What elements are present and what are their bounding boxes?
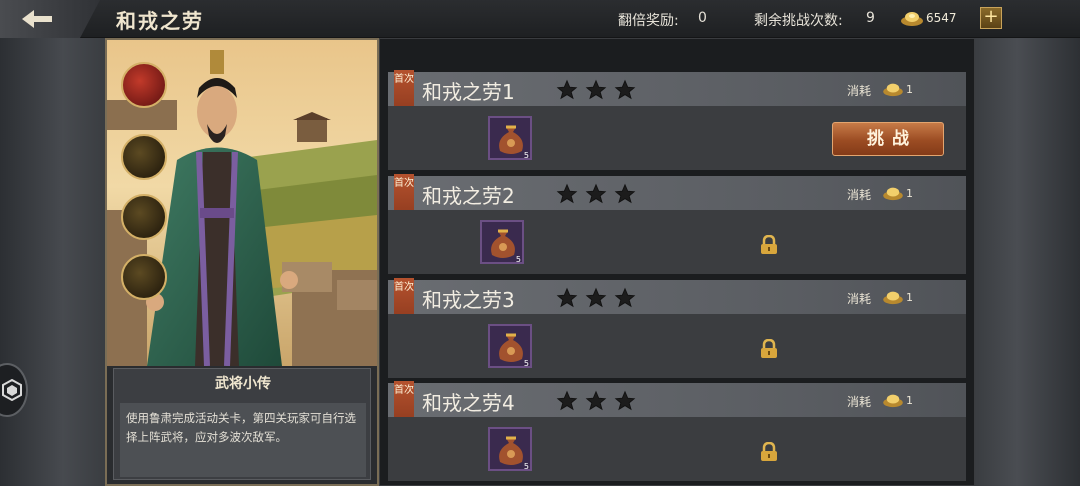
- star-rating: [556, 287, 643, 313]
- lock-icon: [761, 442, 777, 461]
- cost-label: 消耗: [847, 188, 872, 202]
- star-icon: [556, 390, 578, 411]
- stage-name: 和戎之劳4: [422, 391, 515, 415]
- top-bar: 和戎之劳 翻倍奖励: 0 剩余挑战次数: 9 6547 +: [0, 0, 1080, 38]
- currency-display: 6547 +: [900, 7, 1002, 31]
- stage-card: 首次 和戎之劳2 消耗 1 5: [388, 174, 966, 274]
- bio-title: 武将小传: [215, 376, 271, 392]
- page-title: 和戎之劳: [116, 9, 204, 33]
- remaining-challenges-label: 剩余挑战次数:: [754, 13, 843, 29]
- star-icon: [556, 79, 578, 100]
- reward-bag-icon: [499, 333, 523, 362]
- cost-label: 消耗: [847, 395, 872, 409]
- star-icon: [585, 390, 607, 411]
- remaining-challenges-value: 9: [866, 10, 875, 26]
- stage-name: 和戎之劳3: [422, 288, 515, 312]
- reward-bag-icon: [499, 125, 523, 154]
- stage-card: 首次 和戎之劳3 消耗 1 5: [388, 278, 966, 378]
- stage-name: 和戎之劳1: [422, 80, 515, 104]
- stage-header: 首次 和戎之劳1 消耗 1: [388, 70, 966, 116]
- hero-bio: 武将小传 使用鲁肃完成活动关卡，第四关玩家可自行选择上阵武将，应对多波次敌军。: [113, 368, 371, 480]
- lock-icon: [761, 339, 777, 358]
- reward-quantity: 5: [523, 359, 529, 368]
- add-currency-button[interactable]: +: [980, 7, 1002, 29]
- star-icon: [556, 287, 578, 308]
- reward-quantity: 5: [523, 462, 529, 471]
- bio-text: 使用鲁肃完成活动关卡，第四关玩家可自行选择上阵武将，应对多波次敌军。: [120, 403, 366, 477]
- gold-ingot-icon: [883, 291, 903, 305]
- double-reward-value: 0: [698, 10, 707, 26]
- skill-crescent-icon[interactable]: [121, 194, 167, 240]
- star-rating: [556, 390, 643, 416]
- side-menu-button[interactable]: [0, 363, 28, 417]
- reward-item[interactable]: 5: [480, 220, 524, 264]
- star-rating: [556, 183, 643, 209]
- star-icon: [585, 79, 607, 100]
- star-icon: [614, 390, 636, 411]
- left-frame: [0, 38, 105, 486]
- stage-body: 5: [388, 417, 966, 481]
- reward-item[interactable]: 5: [488, 116, 532, 160]
- star-icon: [614, 287, 636, 308]
- gold-ingot-icon: [883, 187, 903, 201]
- challenge-button[interactable]: 挑战: [832, 122, 944, 156]
- gold-ingot-icon: [883, 83, 903, 97]
- stage-header: 首次 和戎之劳4 消耗 1: [388, 381, 966, 427]
- star-icon: [614, 183, 636, 204]
- star-icon: [585, 287, 607, 308]
- cost-label: 消耗: [847, 292, 872, 306]
- stage-name: 和戎之劳2: [422, 184, 515, 208]
- hero-portrait: [107, 40, 377, 366]
- skill-fire-icon[interactable]: [121, 62, 167, 108]
- hero-panel: 武将小传 使用鲁肃完成活动关卡，第四关玩家可自行选择上阵武将，应对多波次敌军。: [105, 38, 379, 486]
- stage-header: 首次 和戎之劳2 消耗 1: [388, 174, 966, 220]
- skill-swirl-icon[interactable]: [121, 134, 167, 180]
- stage-list: 首次 和戎之劳1 消耗 1 5 挑战 首次 和戎之劳2 消耗 1 5 首次 和戎…: [379, 38, 975, 486]
- star-rating: [556, 79, 643, 105]
- back-button[interactable]: [0, 0, 100, 38]
- stage-card: 首次 和戎之劳1 消耗 1 5 挑战: [388, 70, 966, 170]
- gold-ingot-icon: [901, 12, 923, 26]
- gold-ingot-icon: [883, 394, 903, 408]
- stage-body: 5 挑战: [388, 106, 966, 170]
- star-icon: [614, 79, 636, 100]
- reward-quantity: 5: [523, 151, 529, 160]
- cost-value: 1: [906, 83, 913, 96]
- plus-icon: +: [983, 6, 999, 27]
- reward-item[interactable]: 5: [488, 324, 532, 368]
- cost-value: 1: [906, 187, 913, 200]
- currency-amount: 6547: [926, 11, 957, 25]
- stage-body: 5: [388, 210, 966, 274]
- back-arrow-icon: [22, 10, 52, 28]
- cost-value: 1: [906, 291, 913, 304]
- star-icon: [556, 183, 578, 204]
- reward-item[interactable]: 5: [488, 427, 532, 471]
- star-icon: [585, 183, 607, 204]
- reward-quantity: 5: [515, 255, 521, 264]
- reward-bag-icon: [491, 229, 515, 258]
- stage-body: 5: [388, 314, 966, 378]
- cube-icon: [2, 379, 22, 401]
- cost-label: 消耗: [847, 84, 872, 98]
- double-reward-label: 翻倍奖励:: [618, 13, 679, 29]
- lock-icon: [761, 235, 777, 254]
- stage-header: 首次 和戎之劳3 消耗 1: [388, 278, 966, 324]
- right-frame: [975, 38, 1080, 486]
- reward-bag-icon: [499, 436, 523, 465]
- stage-card: 首次 和戎之劳4 消耗 1 5: [388, 381, 966, 481]
- skill-wave-icon[interactable]: [121, 254, 167, 300]
- cost-value: 1: [906, 394, 913, 407]
